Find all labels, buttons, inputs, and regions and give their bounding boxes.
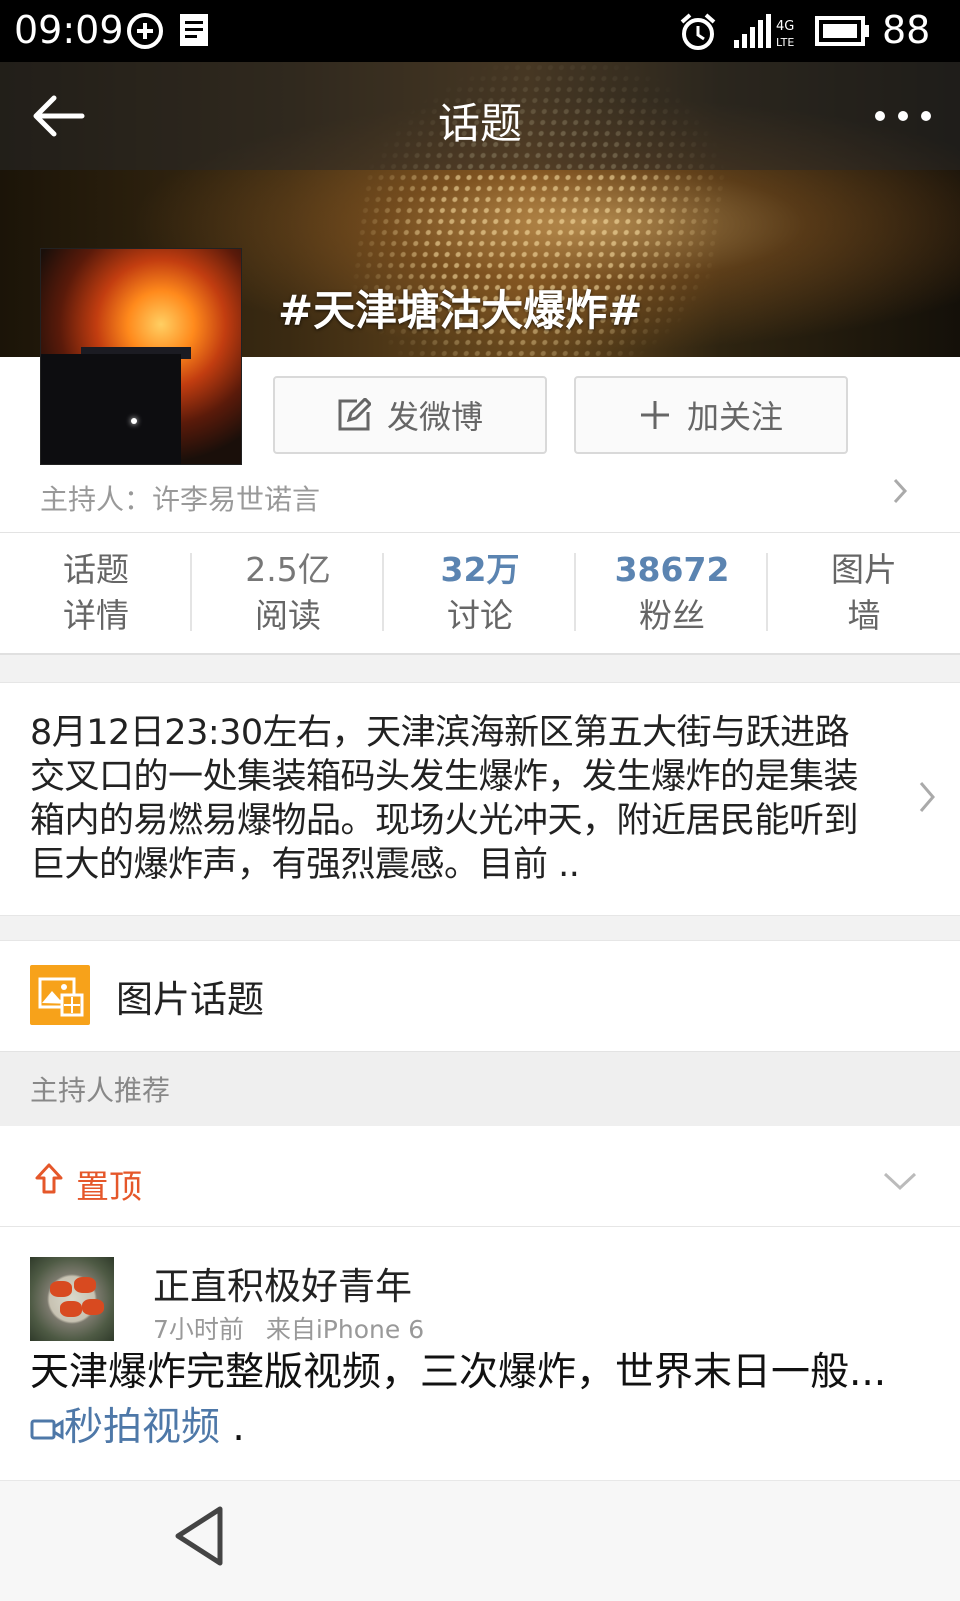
post-trail: .: [232, 1405, 245, 1450]
picture-topic-row[interactable]: 图片话题: [0, 940, 960, 1053]
picture-icon: [30, 965, 90, 1025]
video-link[interactable]: 秒拍视频: [30, 1405, 232, 1450]
stat-reads[interactable]: 2.5亿 阅读: [192, 547, 384, 639]
chevron-down-icon[interactable]: [882, 1170, 918, 1192]
stat-discussions[interactable]: 32万 讨论: [384, 547, 576, 639]
edit-icon: [338, 398, 371, 431]
topic-cover-image[interactable]: [40, 248, 242, 465]
pin-top-icon: [35, 1163, 63, 1194]
host-recommend-section-header: 主持人推荐: [0, 1052, 960, 1126]
post-weibo-label: 发微博: [386, 398, 483, 436]
page-title: 话题: [437, 99, 522, 148]
host-label: 主持人：许李易世诺言: [40, 483, 321, 516]
host-row[interactable]: 主持人：许李易世诺言: [0, 470, 960, 530]
post-source: 来自iPhone 6: [265, 1315, 425, 1344]
status-time: 09:09: [14, 8, 124, 52]
topic-summary[interactable]: 8月12日23:30左右，天津滨海新区第五大街与跃进路交叉口的一处集装箱码头发生…: [0, 682, 960, 916]
post-text: 天津爆炸完整版视频，三次爆炸，世界末日一般... 秒拍视频 .: [30, 1345, 910, 1455]
more-options-icon[interactable]: [868, 104, 938, 128]
signal-icon: 4G LTE: [734, 14, 794, 49]
picture-topic-label: 图片话题: [116, 978, 264, 1021]
network-lte-text: LTE: [776, 36, 794, 49]
topic-stats-bar: 话题 详情 2.5亿 阅读 32万 讨论 38672 粉丝 图片 墙: [0, 532, 960, 655]
topic-name: #天津塘沽大爆炸#: [278, 286, 643, 335]
stat-picture-wall[interactable]: 图片 墙: [768, 547, 960, 639]
alarm-icon: [680, 13, 716, 50]
post-meta: 7小时前 来自iPhone 6: [153, 1310, 424, 1346]
discussions-count: 32万: [440, 550, 520, 589]
network-4g-text: 4G: [776, 19, 794, 34]
post-username[interactable]: 正直积极好青年: [153, 1256, 412, 1310]
video-link-label: 秒拍视频: [64, 1405, 221, 1450]
reads-count: 2.5亿: [245, 550, 331, 589]
avatar[interactable]: [30, 1257, 114, 1341]
fans-count: 38672: [614, 550, 730, 589]
follow-label: 加关注: [686, 398, 783, 436]
follow-button[interactable]: 加关注: [574, 376, 848, 454]
video-icon: [30, 1419, 64, 1440]
sync-icon: [127, 13, 163, 49]
summary-text: 8月12日23:30左右，天津滨海新区第五大街与跃进路交叉口的一处集装箱码头发生…: [30, 713, 859, 885]
status-bar: 09:09 4G LTE 88: [0, 0, 960, 62]
post-time: 7小时前: [153, 1315, 244, 1344]
post-body: 天津爆炸完整版视频，三次爆炸，世界末日一般...: [30, 1350, 887, 1395]
stat-topic-details[interactable]: 话题 详情: [0, 547, 192, 639]
weibo-post[interactable]: 正直积极好青年 7小时前 来自iPhone 6 天津爆炸完整版视频，三次爆炸，世…: [0, 1227, 960, 1480]
pinned-row[interactable]: 置顶: [0, 1126, 960, 1227]
chevron-right-icon: [893, 478, 908, 504]
stat-fans[interactable]: 38672 粉丝: [576, 547, 768, 639]
pinned-label: 置顶: [76, 1167, 142, 1206]
chevron-right-icon: [919, 782, 935, 812]
post-weibo-button[interactable]: 发微博: [273, 376, 547, 454]
battery-icon: [815, 16, 869, 46]
host-recommend-label: 主持人推荐: [30, 1074, 171, 1107]
nav-back-icon[interactable]: [170, 1503, 230, 1569]
battery-level: 88: [882, 8, 931, 52]
navigation-bar: [0, 1480, 960, 1601]
plus-icon: [640, 401, 669, 429]
notification-icon: [180, 14, 208, 46]
